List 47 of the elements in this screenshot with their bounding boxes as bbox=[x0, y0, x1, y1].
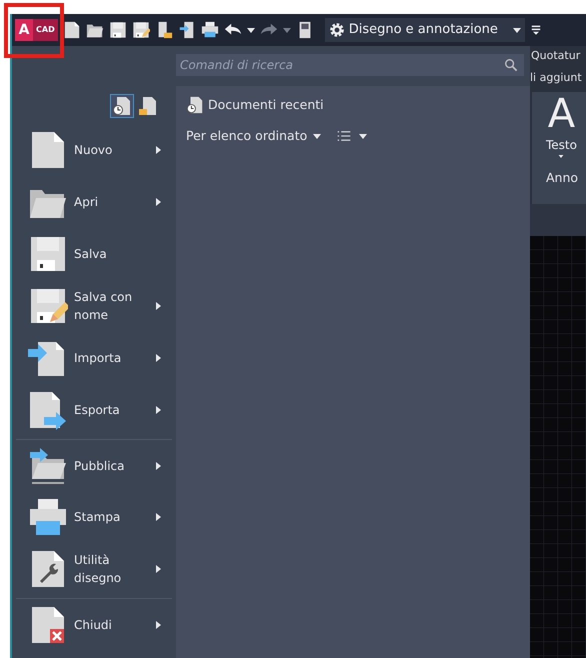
submenu-arrow-icon bbox=[156, 198, 161, 206]
menu-item[interactable]: Pubblica bbox=[16, 439, 172, 491]
printer-icon[interactable] bbox=[200, 21, 219, 39]
menu-item[interactable]: Stampa bbox=[16, 491, 172, 543]
caret-icon bbox=[512, 28, 521, 32]
menu-item[interactable]: Salva bbox=[16, 228, 172, 280]
menu-item[interactable]: Utilità disegno bbox=[16, 543, 172, 595]
search-field[interactable]: Comandi di ricerca bbox=[176, 54, 524, 76]
menu-item[interactable]: Apri bbox=[16, 176, 172, 228]
floppy-icon bbox=[28, 234, 68, 274]
import-icon[interactable] bbox=[178, 21, 196, 39]
floppy-icon[interactable] bbox=[108, 21, 127, 39]
text-tool-button[interactable]: A Testo bbox=[546, 92, 577, 159]
submenu-arrow-icon bbox=[156, 146, 161, 154]
submenu-arrow-icon bbox=[156, 620, 161, 628]
ribbon-label: li aggiunt bbox=[530, 71, 582, 84]
caret-icon bbox=[313, 134, 322, 139]
printer-icon bbox=[28, 497, 68, 537]
export-icon bbox=[28, 390, 68, 430]
recent-document-icon bbox=[186, 96, 204, 114]
search-icon bbox=[504, 58, 518, 72]
list-view-dropdown[interactable] bbox=[335, 129, 368, 144]
submenu-arrow-icon bbox=[156, 302, 161, 310]
menu-item[interactable]: Chiudi bbox=[16, 598, 172, 650]
ribbon-tab[interactable]: Quotatur bbox=[531, 49, 580, 62]
section-title: Documenti recenti bbox=[208, 96, 324, 114]
submenu-arrow-icon bbox=[156, 462, 161, 470]
submenu-arrow-icon bbox=[156, 565, 161, 573]
submenu-arrow-icon bbox=[156, 406, 161, 414]
menu-item[interactable]: Esporta bbox=[16, 384, 172, 436]
highlight-frame bbox=[4, 3, 64, 58]
menu-item[interactable]: Salva con nome bbox=[16, 280, 172, 332]
workspace-dropdown[interactable]: Disegno e annotazione bbox=[324, 18, 525, 42]
floppy-pencil-icon bbox=[28, 286, 68, 326]
recent-documents-toggle[interactable] bbox=[110, 94, 134, 118]
floppy-pencil-icon[interactable] bbox=[132, 21, 150, 39]
submenu-arrow-icon bbox=[156, 513, 161, 521]
menu-item[interactable]: Nuovo bbox=[16, 124, 172, 176]
list-icon bbox=[335, 129, 354, 144]
publish-icon bbox=[28, 446, 68, 486]
gear-icon bbox=[328, 22, 345, 38]
menu-item[interactable]: Importa bbox=[16, 332, 172, 384]
document-icon[interactable] bbox=[62, 21, 81, 39]
panel-title: Anno bbox=[546, 169, 578, 187]
sort-dropdown[interactable]: Per elenco ordinato bbox=[186, 126, 322, 146]
submenu-arrow-icon bbox=[156, 354, 161, 362]
caret-icon bbox=[359, 134, 368, 139]
